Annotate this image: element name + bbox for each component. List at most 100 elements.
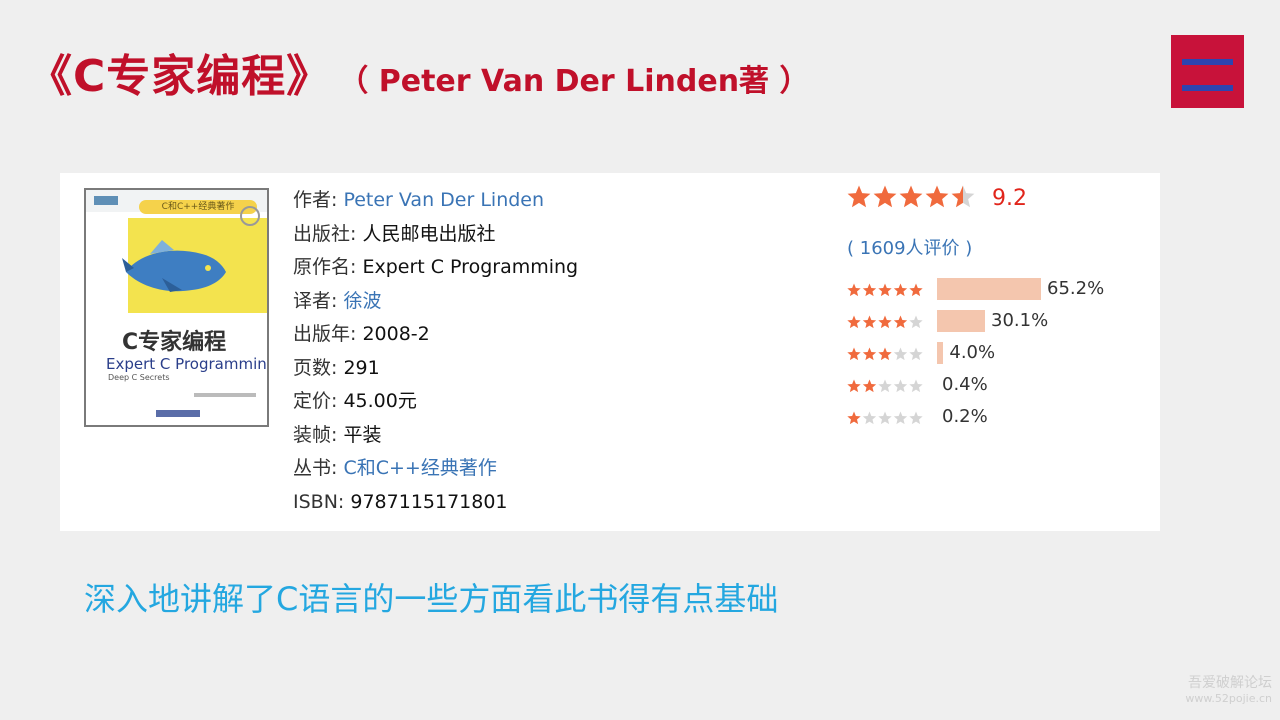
distribution-stars (847, 282, 923, 301)
cover-title-sub: Deep C Secrets (108, 373, 170, 382)
stars-group (847, 379, 923, 393)
star-icon (893, 379, 908, 393)
distribution-percent: 65.2% (1047, 278, 1105, 299)
slide-title: 《C专家编程》 （ Peter Van Der Linden著 ） (28, 40, 810, 104)
star-icon (847, 411, 861, 425)
detail-value: 2008-2 (362, 323, 430, 345)
distribution-percent: 0.4% (942, 374, 988, 395)
stars-group (847, 315, 923, 329)
detail-series: 丛书: C和C++经典著作 (293, 452, 578, 486)
detail-price: 定价: 45.00元 (293, 385, 578, 419)
star-icon (862, 379, 877, 393)
star-icon (951, 185, 975, 208)
book-title: 《C专家编程》 (28, 51, 332, 102)
star-icon (909, 283, 923, 297)
detail-label: 出版社: (293, 222, 357, 245)
stars-group (847, 411, 923, 425)
watermark-line1: 吾爱破解论坛 (1188, 675, 1272, 691)
detail-label: 原作名: (293, 256, 357, 278)
star-icon (847, 185, 871, 208)
detail-label: 出版年: (293, 323, 357, 345)
star-icon (862, 347, 877, 361)
cover-publisher-mark (156, 410, 200, 417)
cover-logo (94, 196, 118, 205)
star-icon (878, 411, 892, 425)
star-icon (909, 379, 923, 393)
menu-icon (1171, 35, 1244, 108)
detail-label: ISBN: (293, 490, 345, 513)
fish-icon (122, 240, 226, 292)
star-icon (862, 411, 877, 425)
cover-series-tag: C和C++经典著作 (139, 200, 257, 214)
star-icon (925, 185, 949, 208)
star-icon (893, 283, 908, 297)
detail-label: 装帧: (293, 423, 338, 446)
detail-value: 9787115171801 (350, 490, 508, 513)
star-icon (909, 411, 923, 425)
detail-year: 出版年: 2008-2 (293, 318, 578, 352)
distribution-bar (937, 310, 985, 332)
detail-label: 丛书: (293, 457, 338, 479)
book-details: 作者: Peter Van Der Linden 出版社: 人民邮电出版社 原作… (293, 184, 578, 519)
detail-isbn: ISBN: 9787115171801 (293, 486, 578, 520)
star-icon (878, 347, 892, 361)
detail-label: 页数: (293, 356, 338, 379)
star-icon (909, 347, 923, 361)
star-icon (899, 185, 923, 208)
distribution-bar (937, 342, 944, 364)
star-icon (847, 347, 861, 361)
detail-publisher: 出版社: 人民邮电出版社 (293, 218, 578, 252)
detail-original-title: 原作名: Expert C Programming (293, 251, 578, 285)
stars-group (847, 347, 923, 361)
star-icon (878, 315, 892, 329)
distribution-stars (847, 410, 923, 429)
watermark: 吾爱破解论坛 www.52pojie.cn (1185, 674, 1272, 706)
detail-label: 作者: (293, 189, 338, 211)
star-icon (873, 185, 897, 208)
detail-pages: 页数: 291 (293, 352, 578, 386)
series-link[interactable]: C和C++经典著作 (343, 457, 496, 479)
cover-title-cn: C专家编程 (122, 330, 227, 355)
distribution-percent: 4.0% (949, 342, 996, 363)
distribution-percent: 30.1% (991, 310, 1049, 331)
rating-votes-link[interactable]: ( 1609人评价 ) (847, 234, 972, 260)
detail-label: 定价: (293, 390, 338, 412)
book-author-subtitle: （ Peter Van Der Linden著 ） (353, 64, 810, 99)
star-icon (847, 283, 861, 297)
detail-translator: 译者: 徐波 (293, 285, 578, 319)
detail-binding: 装帧: 平装 (293, 419, 578, 453)
translator-link[interactable]: 徐波 (343, 290, 381, 312)
star-icon (862, 283, 877, 297)
star-icon (893, 411, 908, 425)
watermark-line2: www.52pojie.cn (1185, 692, 1272, 705)
detail-author: 作者: Peter Van Der Linden (293, 184, 578, 218)
star-icon (847, 315, 861, 329)
cover-circle (240, 206, 260, 226)
star-icon (878, 379, 892, 393)
book-info-card: C和C++经典著作 C专家编程 Expert C Programming Dee… (60, 173, 1160, 531)
detail-value: 45.00元 (343, 390, 417, 412)
rating-score: 9.2 (992, 186, 1027, 211)
distribution-percent: 0.2% (942, 406, 988, 427)
book-cover: C和C++经典著作 C专家编程 Expert C Programming Dee… (84, 188, 269, 427)
menu-bar-top (1182, 59, 1233, 65)
detail-value: 平装 (343, 423, 382, 446)
cover-title-en: Expert C Programming (106, 355, 269, 373)
distribution-stars (847, 378, 923, 397)
detail-value: 291 (343, 356, 380, 379)
detail-label: 译者: (293, 289, 338, 312)
star-icon (862, 315, 877, 329)
detail-value: 人民邮电出版社 (362, 222, 496, 245)
author-link[interactable]: Peter Van Der Linden (343, 189, 544, 211)
star-icon (909, 315, 923, 329)
stars-group (847, 185, 975, 208)
distribution-bar (937, 278, 1041, 300)
star-icon (893, 315, 908, 329)
distribution-stars (847, 314, 923, 333)
star-icon (878, 283, 892, 297)
distribution-stars (847, 346, 923, 365)
star-icon (893, 347, 908, 361)
overall-rating-stars (847, 185, 975, 213)
detail-value: Expert C Programming (362, 256, 579, 278)
cover-author-line (194, 393, 256, 397)
